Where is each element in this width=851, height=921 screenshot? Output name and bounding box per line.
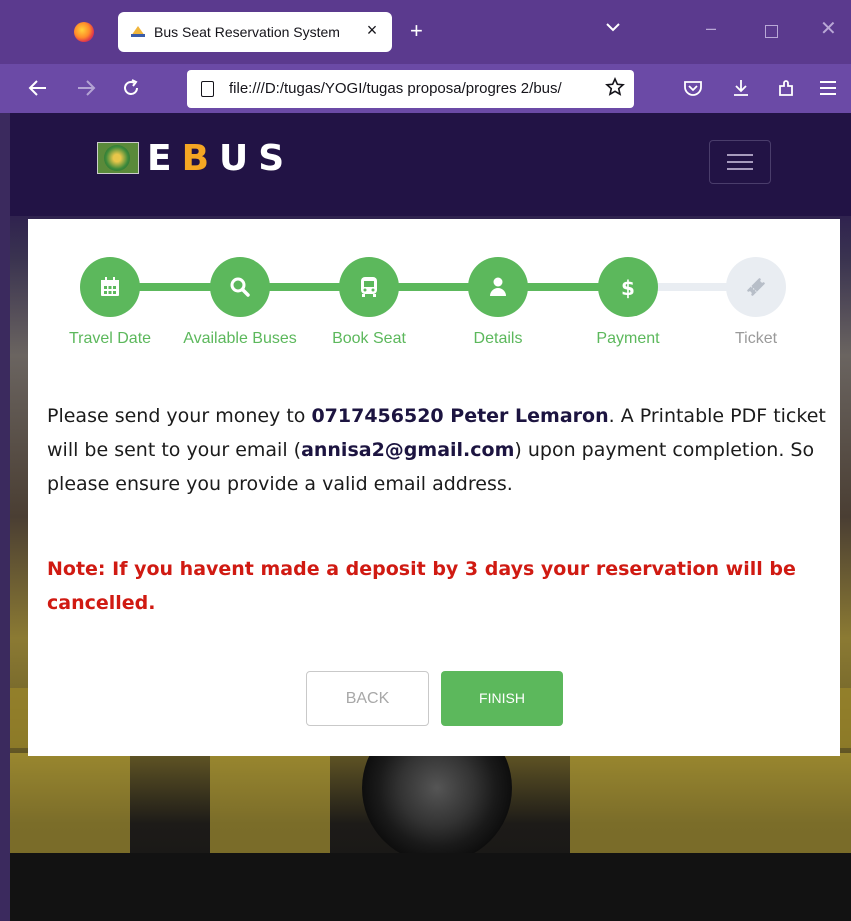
step-label-payment: Payment xyxy=(596,330,660,347)
maximize-button[interactable] xyxy=(765,25,778,38)
minimize-button[interactable]: – xyxy=(706,18,716,39)
brand-letter: U xyxy=(219,138,259,179)
tab-title: Bus Seat Reservation System xyxy=(154,24,340,40)
url-input[interactable]: file:///D:/tugas/YOGI/tugas proposa/prog… xyxy=(229,80,589,97)
step-book-seat[interactable] xyxy=(339,257,399,317)
download-icon[interactable] xyxy=(731,78,751,98)
payment-instructions: Please send your money to 0717456520 Pet… xyxy=(47,399,827,501)
step-label-details: Details xyxy=(473,330,523,347)
site-header: EBUS xyxy=(10,113,851,216)
back-button[interactable]: BACK xyxy=(306,671,429,726)
page-icon xyxy=(201,81,214,97)
reload-icon[interactable] xyxy=(121,78,141,98)
step-available-buses[interactable] xyxy=(210,257,270,317)
tab-close-icon[interactable]: × xyxy=(362,20,382,41)
tab-list-chevron-down-icon[interactable] xyxy=(605,22,621,32)
firefox-logo-icon[interactable] xyxy=(74,22,94,42)
bookmark-star-icon[interactable] xyxy=(605,77,625,97)
dollar-icon: $ xyxy=(621,276,635,299)
new-tab-button[interactable]: + xyxy=(410,20,423,42)
browser-window: Bus Seat Reservation System × + – ✕ file… xyxy=(0,0,851,921)
navbar-toggle-button[interactable] xyxy=(709,140,771,184)
background-bus-panel xyxy=(10,753,130,863)
brand-letter: S xyxy=(258,138,295,179)
step-ticket[interactable] xyxy=(726,257,786,317)
reservation-card: $ Travel Date Available Buses Book Seat … xyxy=(28,219,840,756)
tab-bus-seat-reservation[interactable]: Bus Seat Reservation System × xyxy=(118,12,392,52)
step-label-available-buses: Available Buses xyxy=(183,330,297,347)
page-viewport: EBUS $ Travel Date Available Buses Book … xyxy=(10,113,851,921)
payment-account: 0717456520 Peter Lemaron xyxy=(311,405,609,427)
instructions-text: Please send your money to xyxy=(47,405,312,427)
finish-button[interactable]: FINISH xyxy=(441,671,563,726)
step-label-book-seat: Book Seat xyxy=(332,330,406,347)
bus-icon xyxy=(361,277,377,297)
close-window-button[interactable]: ✕ xyxy=(820,16,837,41)
step-payment[interactable]: $ xyxy=(598,257,658,317)
step-travel-date[interactable] xyxy=(80,257,140,317)
extensions-icon[interactable] xyxy=(776,78,796,98)
background-ground xyxy=(10,853,851,921)
user-icon xyxy=(490,277,506,296)
ticket-icon xyxy=(747,278,765,296)
hamburger-line xyxy=(727,168,753,170)
brand-letter: E xyxy=(147,138,182,179)
step-label-travel-date: Travel Date xyxy=(68,330,152,347)
search-icon xyxy=(230,277,250,297)
calendar-icon xyxy=(101,277,119,296)
step-details[interactable] xyxy=(468,257,528,317)
user-email: annisa2@gmail.com xyxy=(301,439,515,461)
site-logo-icon[interactable] xyxy=(97,142,139,174)
progress-stepper: $ Travel Date Available Buses Book Seat … xyxy=(28,219,840,359)
url-bar[interactable]: file:///D:/tugas/YOGI/tugas proposa/prog… xyxy=(187,70,634,108)
brand-letter-accent: B xyxy=(181,138,220,179)
background-bus-panel xyxy=(570,753,851,863)
back-arrow-icon[interactable] xyxy=(28,79,48,97)
forward-arrow-icon[interactable] xyxy=(76,79,96,97)
site-brand[interactable]: EBUS xyxy=(147,138,294,179)
step-label-ticket: Ticket xyxy=(734,330,778,347)
hamburger-line xyxy=(727,154,753,156)
menu-icon[interactable] xyxy=(819,80,837,96)
background-bus-panel xyxy=(210,753,330,863)
bus-favicon-icon xyxy=(131,26,145,37)
svg-text:$: $ xyxy=(621,276,635,299)
pocket-icon[interactable] xyxy=(683,79,703,97)
hamburger-line xyxy=(727,161,753,163)
deposit-note: Note: If you havent made a deposit by 3 … xyxy=(47,558,796,614)
window-left-edge xyxy=(0,113,10,921)
tab-bar: Bus Seat Reservation System × + – ✕ xyxy=(0,0,851,64)
